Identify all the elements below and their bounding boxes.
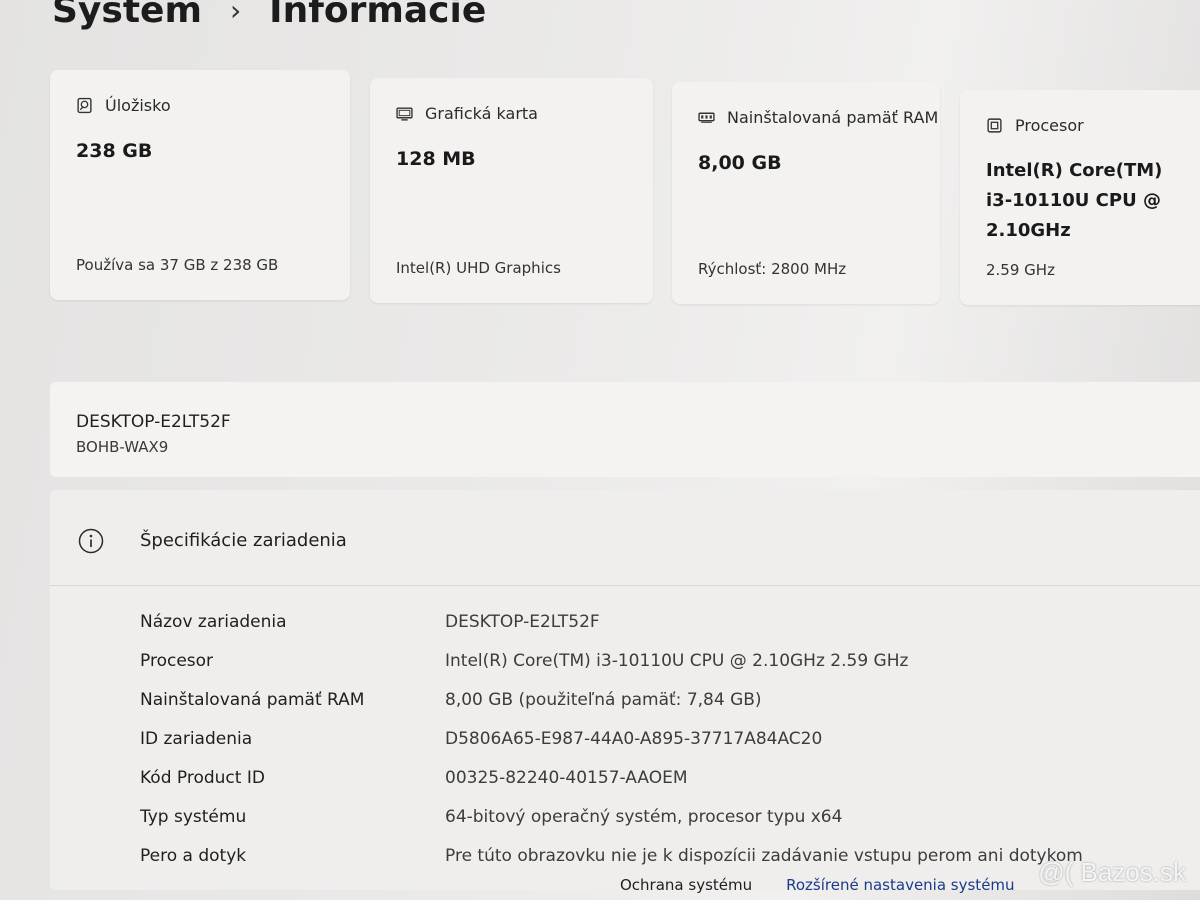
- gpu-card-value: 128 MB: [396, 148, 476, 170]
- spec-label: Procesor: [140, 650, 214, 671]
- gpu-card-sub: Intel(R) UHD Graphics: [396, 259, 561, 277]
- advanced-system-settings-link[interactable]: Rozšírené nastavenia systému: [786, 876, 1014, 894]
- device-name: DESKTOP-E2LT52F: [76, 412, 231, 432]
- ram-card-value: 8,00 GB: [698, 152, 782, 174]
- storage-card-title: Úložisko: [105, 96, 171, 115]
- display-icon: [396, 107, 413, 121]
- spec-label: Pero a dotyk: [140, 845, 247, 866]
- device-specifications-header[interactable]: Špecifikácie zariadenia: [50, 490, 1200, 586]
- spec-label: ID zariadenia: [140, 728, 253, 749]
- storage-card-value: 238 GB: [76, 140, 153, 162]
- spec-value[interactable]: D5806A65-E987-44A0-A895-37717A84AC20: [445, 729, 822, 749]
- device-specifications-title: Špecifikácie zariadenia: [140, 530, 347, 551]
- storage-icon: [77, 97, 92, 114]
- processor-icon: [987, 118, 1002, 133]
- spec-row-processor: Procesor Intel(R) Core(TM) i3-10110U CPU…: [140, 641, 1200, 680]
- related-links: Ochrana systému Rozšírené nastavenia sys…: [620, 876, 1015, 894]
- spec-value[interactable]: 8,00 GB (použiteľná pamäť: 7,84 GB): [445, 690, 762, 710]
- spec-label: Typ systému: [140, 806, 247, 827]
- chevron-right-icon: ›: [229, 0, 242, 27]
- storage-card-sub: Používa sa 37 GB z 238 GB: [76, 256, 279, 274]
- memory-icon: [698, 112, 715, 123]
- device-name-box[interactable]: DESKTOP-E2LT52F BOHB-WAX9: [50, 382, 1200, 477]
- page-title: Informácie: [269, 0, 487, 31]
- spec-label: Názov zariadenia: [140, 611, 287, 632]
- cpu-card-sub: 2.59 GHz: [986, 261, 1055, 279]
- spec-value[interactable]: Intel(R) Core(TM) i3-10110U CPU @ 2.10GH…: [445, 651, 908, 671]
- spec-list: Názov zariadenia DESKTOP-E2LT52F Proceso…: [140, 602, 1200, 875]
- cpu-card[interactable]: Procesor Intel(R) Core(TM) i3-10110U CPU…: [960, 90, 1200, 305]
- device-model: BOHB-WAX9: [76, 438, 169, 456]
- system-protection-link[interactable]: Ochrana systému: [620, 876, 752, 894]
- spec-label: Kód Product ID: [140, 767, 265, 788]
- spec-row-device-name: Názov zariadenia DESKTOP-E2LT52F: [140, 602, 1200, 641]
- spec-value[interactable]: Pre túto obrazovku nie je k dispozícii z…: [445, 846, 1083, 866]
- device-specifications-panel: Špecifikácie zariadenia Názov zariadenia…: [50, 490, 1200, 890]
- spec-row-product-id: Kód Product ID 00325-82240-40157-AAOEM: [140, 758, 1200, 797]
- spec-row-device-id: ID zariadenia D5806A65-E987-44A0-A895-37…: [140, 719, 1200, 758]
- spec-value[interactable]: DESKTOP-E2LT52F: [445, 612, 600, 632]
- storage-card[interactable]: Úložisko 238 GB Používa sa 37 GB z 238 G…: [50, 70, 350, 300]
- ram-card-title: Nainštalovaná pamäť RAM: [727, 108, 939, 127]
- spec-row-system-type: Typ systému 64-bitový operačný systém, p…: [140, 797, 1200, 836]
- spec-label: Nainštalovaná pamäť RAM: [140, 689, 365, 710]
- settings-page: System › Informácie Úložisko 238 GB Použ…: [0, 0, 1200, 900]
- cpu-card-title: Procesor: [1015, 116, 1084, 135]
- info-icon: [78, 528, 104, 554]
- ram-card[interactable]: Nainštalovaná pamäť RAM 8,00 GB Rýchlosť…: [672, 82, 940, 304]
- bazos-watermark: @( Bazos.sk: [1038, 857, 1186, 887]
- ram-card-sub: Rýchlosť: 2800 MHz: [698, 260, 847, 278]
- gpu-card-title: Grafická karta: [425, 104, 538, 123]
- spec-value[interactable]: 00325-82240-40157-AAOEM: [445, 768, 688, 788]
- breadcrumb: System › Informácie: [52, 0, 486, 31]
- breadcrumb-system[interactable]: System: [52, 0, 202, 31]
- spec-value[interactable]: 64-bitový operačný systém, procesor typu…: [445, 807, 842, 827]
- spec-row-ram: Nainštalovaná pamäť RAM 8,00 GB (použite…: [140, 680, 1200, 719]
- gpu-card[interactable]: Grafická karta 128 MB Intel(R) UHD Graph…: [370, 78, 653, 303]
- cpu-card-value: Intel(R) Core(TM) i3-10110U CPU @ 2.10GH…: [986, 160, 1163, 241]
